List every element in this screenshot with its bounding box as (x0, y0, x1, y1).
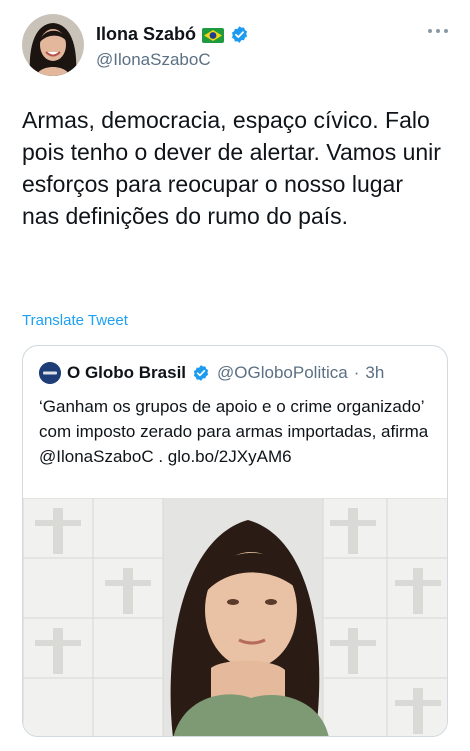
quoted-tweet[interactable]: O Globo Brasil @OGloboPolitica · 3h ‘Gan… (22, 345, 448, 737)
verified-badge-icon (230, 25, 249, 44)
quoted-author-avatar[interactable] (39, 362, 61, 384)
quoted-tweet-text: ‘Ganham os grupos de apoio e o crime org… (39, 397, 429, 466)
brazil-flag-icon (202, 27, 225, 43)
more-options-icon[interactable] (428, 26, 448, 36)
tweet: Ilona Szabó @IlonaSzaboC Armas, democrac… (0, 0, 470, 751)
translate-tweet-link[interactable]: Translate Tweet (22, 312, 128, 329)
tweet-text: Armas, democracia, espaço cívico. Falo p… (22, 107, 441, 229)
dot (428, 29, 432, 33)
author-name-row[interactable]: Ilona Szabó (96, 24, 249, 45)
author-avatar[interactable] (22, 14, 84, 76)
quoted-tweet-time[interactable]: 3h (365, 363, 384, 383)
quoted-author-name[interactable]: O Globo Brasil (67, 363, 186, 383)
quoted-tweet-photo[interactable] (23, 498, 447, 736)
verified-badge-icon (192, 364, 211, 383)
quoted-author-handle[interactable]: @OGloboPolitica (217, 363, 348, 383)
author-handle[interactable]: @IlonaSzaboC (96, 50, 211, 70)
tweet-header: Ilona Szabó @IlonaSzaboC (22, 14, 448, 78)
dot (444, 29, 448, 33)
quoted-tweet-header: O Globo Brasil @OGloboPolitica · 3h (39, 362, 384, 384)
author-name[interactable]: Ilona Szabó (96, 24, 196, 45)
time-separator: · (353, 363, 360, 382)
dot (436, 29, 440, 33)
